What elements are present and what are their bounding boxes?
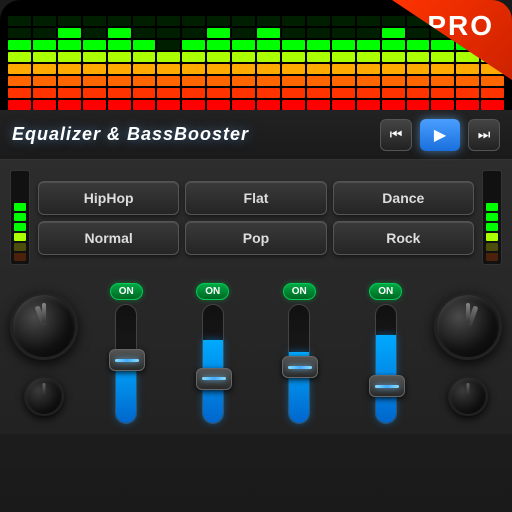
- knob-bass-right[interactable]: [434, 292, 502, 360]
- slider-track-2[interactable]: [288, 304, 310, 424]
- controls-section: ON ON ON ON: [10, 275, 502, 424]
- slider-column-0: ON: [86, 283, 167, 424]
- prev-icon: ⏮: [390, 126, 403, 143]
- on-toggle-1[interactable]: ON: [196, 283, 229, 300]
- vu-meter-right: [482, 170, 502, 265]
- spectrum-bar: [282, 16, 305, 110]
- spectrum-bar: [108, 16, 131, 110]
- preset-button-normal[interactable]: Normal: [38, 221, 179, 255]
- preset-grid: HipHopFlatDance NormalPopRock: [38, 181, 474, 255]
- app-container: PRO Equalizer & BassBooster ⏮ ▶ ⏭ HipHo: [0, 0, 512, 512]
- spectrum-bar: [307, 16, 330, 110]
- left-knob-column: [10, 292, 78, 416]
- next-button[interactable]: ⏭: [468, 119, 500, 151]
- knob-treble-right[interactable]: [448, 376, 488, 416]
- spectrum-bar: [33, 16, 56, 110]
- on-toggle-0[interactable]: ON: [110, 283, 143, 300]
- preset-button-hiphop[interactable]: HipHop: [38, 181, 179, 215]
- next-icon: ⏭: [478, 126, 491, 143]
- eq-section: HipHopFlatDance NormalPopRock: [10, 170, 502, 265]
- preset-button-rock[interactable]: Rock: [333, 221, 474, 255]
- spectrum-bar: [157, 16, 180, 110]
- spectrum-bar: [182, 16, 205, 110]
- slider-track-3[interactable]: [375, 304, 397, 424]
- knob-treble-left[interactable]: [24, 376, 64, 416]
- play-icon: ▶: [434, 125, 446, 145]
- spectrum-bar: [332, 16, 355, 110]
- spectrum-bar: [83, 16, 106, 110]
- slider-track-1[interactable]: [202, 304, 224, 424]
- spectrum-bar: [257, 16, 280, 110]
- play-button[interactable]: ▶: [420, 119, 460, 151]
- slider-handle-3[interactable]: [369, 375, 405, 397]
- preset-button-dance[interactable]: Dance: [333, 181, 474, 215]
- slider-column-1: ON: [173, 283, 254, 424]
- on-toggle-2[interactable]: ON: [283, 283, 316, 300]
- spectrum-bar: [407, 16, 430, 110]
- preset-button-flat[interactable]: Flat: [185, 181, 326, 215]
- preset-button-pop[interactable]: Pop: [185, 221, 326, 255]
- spectrum-bar: [357, 16, 380, 110]
- slider-handle-2[interactable]: [282, 356, 318, 378]
- on-toggle-3[interactable]: ON: [369, 283, 402, 300]
- slider-column-3: ON: [346, 283, 427, 424]
- knob-bass-left[interactable]: [10, 292, 78, 360]
- spectrum-bar: [232, 16, 255, 110]
- app-title: Equalizer & BassBooster: [12, 124, 380, 145]
- prev-button[interactable]: ⏮: [380, 119, 412, 151]
- title-bar: Equalizer & BassBooster ⏮ ▶ ⏭: [0, 110, 512, 160]
- sliders-area: ON ON ON ON: [86, 283, 426, 424]
- slider-handle-1[interactable]: [196, 368, 232, 390]
- spectrum-bar: [133, 16, 156, 110]
- slider-handle-0[interactable]: [109, 349, 145, 371]
- main-panel: HipHopFlatDance NormalPopRock ON ON ON ON: [0, 160, 512, 434]
- spectrum-bar: [207, 16, 230, 110]
- spectrum-bar: [8, 16, 31, 110]
- spectrum-bar: [382, 16, 405, 110]
- vu-meter-left: [10, 170, 30, 265]
- spectrum-bar: [58, 16, 81, 110]
- slider-track-0[interactable]: [115, 304, 137, 424]
- right-knob-column: [434, 292, 502, 416]
- transport-controls: ⏮ ▶ ⏭: [380, 119, 500, 151]
- slider-column-2: ON: [259, 283, 340, 424]
